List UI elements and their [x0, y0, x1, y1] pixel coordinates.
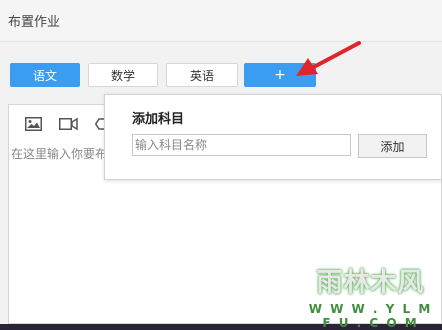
subject-tab-math[interactable]: 数学: [88, 63, 158, 87]
image-icon[interactable]: [25, 117, 42, 134]
subject-name-input[interactable]: [132, 134, 351, 156]
editor-placeholder: 在这里输入你要布: [11, 147, 108, 161]
window-title: 布置作业: [8, 15, 61, 30]
watermark-logo: 雨林木风 W W W . Y L M F U . C O M: [303, 258, 438, 330]
title-bar: 布置作业: [0, 0, 442, 42]
watermark-url-text: W W W . Y L M F U . C O M: [308, 302, 433, 330]
video-icon[interactable]: [59, 117, 78, 134]
red-arrow-icon: [296, 41, 361, 76]
subject-tab-chinese[interactable]: 语文: [10, 63, 80, 87]
subject-tab-english[interactable]: 英语: [166, 63, 238, 87]
popup-title: 添加科目: [132, 112, 185, 127]
add-subject-popup: 添加科目 添加: [104, 94, 442, 180]
watermark-main-text: 雨林木风: [316, 267, 425, 298]
confirm-add-button[interactable]: 添加: [358, 134, 427, 158]
assignment-window: 布置作业 语文 数学 英语 + 在这里输入你要布 添加科目 输入科目名称 添加 …: [0, 0, 442, 330]
